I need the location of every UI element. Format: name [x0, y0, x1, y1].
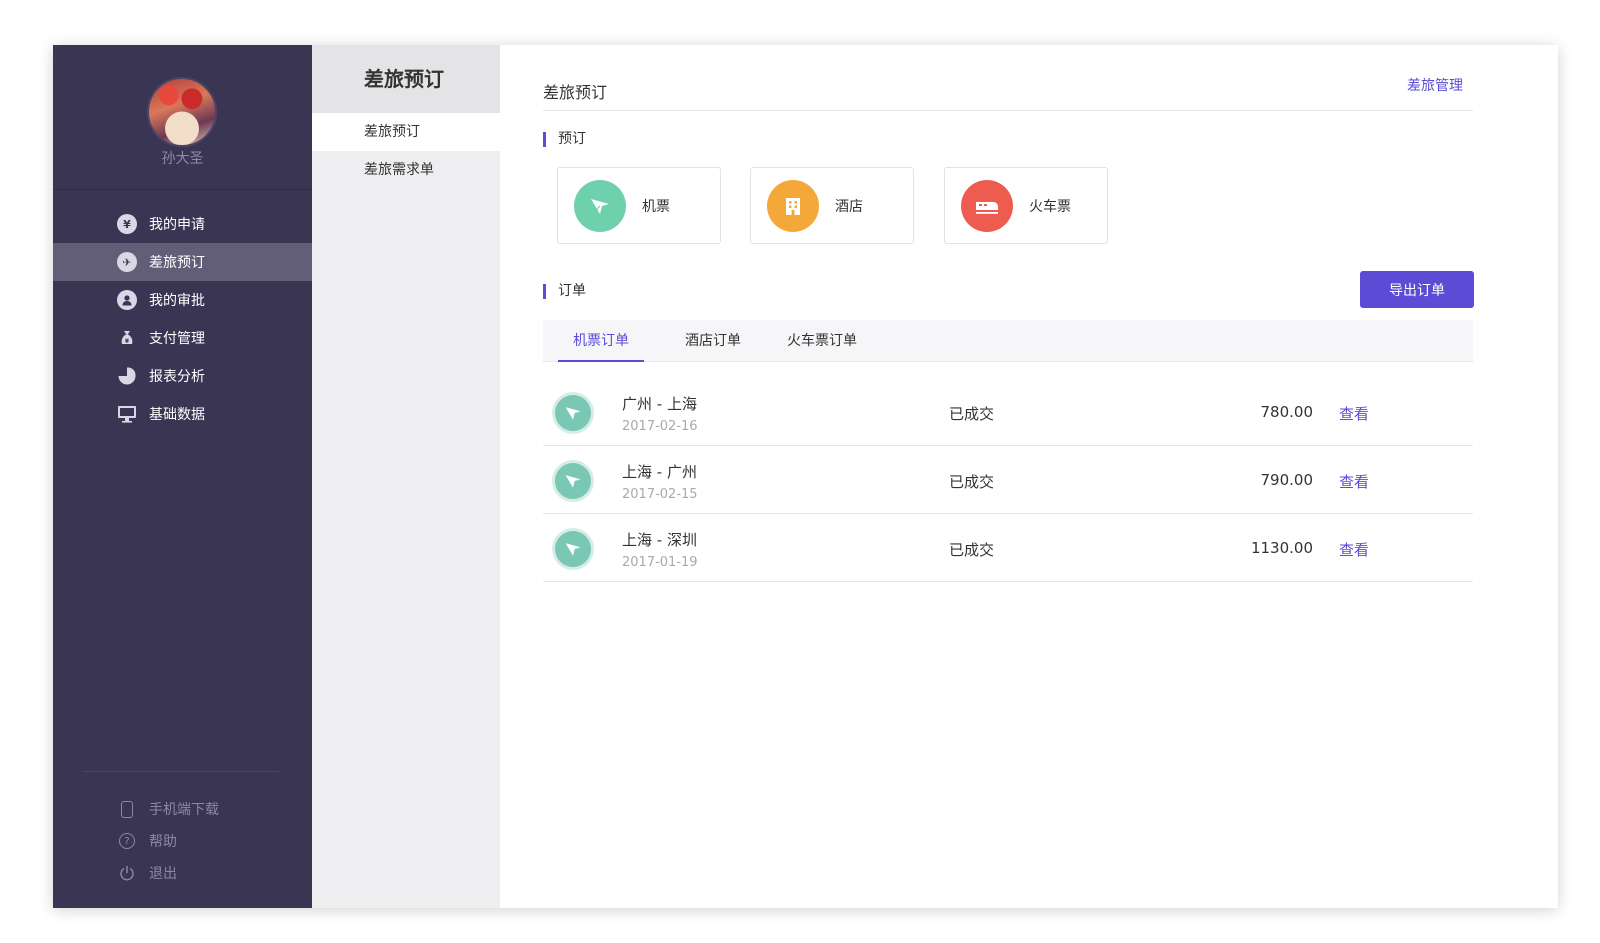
order-price: 780.00 [1260, 403, 1314, 421]
order-status: 已成交 [949, 405, 995, 423]
tab-hotel-orders[interactable]: 酒店订单 [670, 320, 756, 362]
yen-icon: ¥ [117, 214, 137, 234]
order-route: 上海 - 深圳 [622, 531, 697, 549]
pie-chart-icon [117, 366, 137, 386]
logout-label: 退出 [149, 866, 177, 882]
order-date: 2017-01-19 [622, 555, 698, 570]
book-train-label: 火车票 [1029, 198, 1071, 215]
sidebar-item-label: 支付管理 [149, 331, 205, 347]
tab-flight-orders[interactable]: 机票订单 [558, 320, 644, 362]
book-train-card[interactable]: 火车票 [944, 167, 1108, 244]
export-orders-button[interactable]: 导出订单 [1360, 271, 1474, 308]
user-profile: 孙大圣 [53, 45, 312, 190]
orders-section-title: 订单 [543, 284, 586, 299]
page-title: 差旅预订 [543, 83, 608, 102]
main-nav: ¥ 我的申请 ✈ 差旅预订 我的审批 ¥ 支付管理 报表分析 基础数据 [53, 205, 312, 433]
person-icon [117, 290, 137, 310]
sidebar-item-label: 差旅预订 [149, 255, 205, 271]
main-content: 差旅预订 差旅管理 预订 机票 酒店 火车票 订单 导出订单 机票订单 酒店订单… [500, 45, 1558, 908]
book-hotel-label: 酒店 [835, 198, 863, 215]
sidebar-item-my-applications[interactable]: ¥ 我的申请 [53, 205, 312, 243]
view-order-link[interactable]: 查看 [1339, 471, 1369, 492]
travel-management-link[interactable]: 差旅管理 [1407, 75, 1463, 95]
order-route: 广州 - 上海 [622, 395, 697, 413]
sub-navigation: 差旅预订 差旅预订 差旅需求单 [312, 45, 500, 908]
order-route: 上海 - 广州 [622, 463, 697, 481]
hotel-icon [767, 179, 819, 232]
sidebar-item-my-approvals[interactable]: 我的审批 [53, 281, 312, 319]
sidebar-item-label: 我的申请 [149, 217, 205, 233]
order-status: 已成交 [949, 473, 995, 491]
subnav-title: 差旅预订 [312, 45, 500, 113]
sidebar-item-payment-management[interactable]: ¥ 支付管理 [53, 319, 312, 357]
help-label: 帮助 [149, 834, 177, 850]
book-hotel-card[interactable]: 酒店 [750, 167, 914, 244]
money-bag-icon: ¥ [117, 328, 137, 348]
sidebar-item-label: 基础数据 [149, 407, 205, 423]
order-date: 2017-02-16 [622, 419, 698, 434]
sidebar-bottom-links: 手机端下载 ? 帮助 退出 [53, 793, 312, 889]
plane-icon [552, 528, 594, 570]
order-row: 上海 - 深圳 2017-01-19 已成交 1130.00 查看 [543, 514, 1473, 582]
sidebar-divider [83, 771, 279, 772]
mobile-download-link[interactable]: 手机端下载 [53, 793, 312, 825]
booking-section-title: 预订 [543, 132, 586, 147]
book-flight-card[interactable]: 机票 [557, 167, 721, 244]
sidebar-item-travel-booking[interactable]: ✈ 差旅预订 [53, 243, 312, 281]
order-list: 广州 - 上海 2017-02-16 已成交 780.00 查看 上海 - 广州… [543, 378, 1473, 582]
order-price: 790.00 [1260, 471, 1314, 489]
plane-icon [552, 392, 594, 434]
help-link[interactable]: ? 帮助 [53, 825, 312, 857]
mobile-download-label: 手机端下载 [149, 802, 219, 818]
subnav-item-travel-requests[interactable]: 差旅需求单 [312, 151, 500, 189]
plane-icon: ✈ [117, 252, 137, 272]
page-header: 差旅预订 差旅管理 [543, 75, 1473, 111]
plane-icon [552, 460, 594, 502]
monitor-icon [117, 404, 137, 424]
sidebar-item-reports[interactable]: 报表分析 [53, 357, 312, 395]
plane-icon [574, 179, 626, 232]
order-status: 已成交 [949, 541, 995, 559]
view-order-link[interactable]: 查看 [1339, 539, 1369, 560]
sidebar-item-label: 报表分析 [149, 369, 205, 385]
logout-link[interactable]: 退出 [53, 857, 312, 889]
power-icon [119, 865, 135, 881]
avatar[interactable] [147, 77, 217, 147]
order-row: 广州 - 上海 2017-02-16 已成交 780.00 查看 [543, 378, 1473, 446]
tab-train-orders[interactable]: 火车票订单 [772, 320, 872, 362]
view-order-link[interactable]: 查看 [1339, 403, 1369, 424]
order-tabs: 机票订单 酒店订单 火车票订单 [543, 320, 1473, 362]
sidebar-item-label: 我的审批 [149, 293, 205, 309]
order-row: 上海 - 广州 2017-02-15 已成交 790.00 查看 [543, 446, 1473, 514]
train-icon [961, 179, 1013, 232]
help-icon: ? [119, 833, 135, 849]
order-date: 2017-02-15 [622, 487, 698, 502]
app-window: 孙大圣 ¥ 我的申请 ✈ 差旅预订 我的审批 ¥ 支付管理 报表分析 基础数据 … [53, 45, 1558, 908]
subnav-item-travel-booking[interactable]: 差旅预订 [312, 113, 500, 151]
username: 孙大圣 [161, 151, 204, 167]
phone-icon [121, 800, 133, 818]
book-flight-label: 机票 [642, 198, 670, 215]
sidebar-item-base-data[interactable]: 基础数据 [53, 395, 312, 433]
order-price: 1130.00 [1250, 539, 1313, 557]
sidebar: 孙大圣 ¥ 我的申请 ✈ 差旅预订 我的审批 ¥ 支付管理 报表分析 基础数据 … [53, 45, 312, 908]
